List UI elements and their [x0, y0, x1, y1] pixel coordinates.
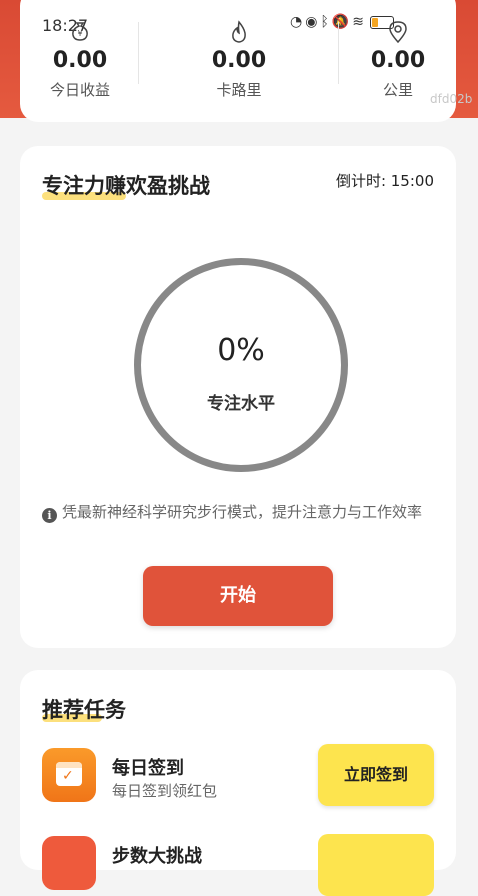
info-icon: i — [42, 508, 57, 523]
focus-challenge-card: 专注力赚欢盈挑战 倒计时: 15:00 0% 专注水平 i 凭最新神经科学研究步… — [20, 146, 456, 648]
checkin-button[interactable]: 立即签到 — [318, 744, 434, 806]
task-name: 每日签到 — [112, 758, 184, 779]
task-name: 步数大挑战 — [112, 846, 202, 867]
tasks-title: 推荐任务 — [42, 698, 126, 722]
stat-earnings-label: 今日收益 — [49, 81, 110, 99]
svg-text:¥: ¥ — [77, 29, 82, 38]
focus-progress-ring: 0% 专注水平 — [134, 258, 348, 472]
info-text: 凭最新神经科学研究步行模式，提升注意力与工作效率 — [62, 503, 423, 521]
location-pin-icon — [338, 20, 458, 44]
calendar-check-icon: ✓ — [42, 748, 96, 802]
eye-icon: ◉ — [305, 14, 319, 30]
money-bag-icon: ¥ — [20, 20, 140, 44]
stat-calories-value: 0.00 — [211, 48, 267, 73]
task-desc: 每日签到领红包 — [112, 782, 218, 800]
flame-icon — [179, 20, 299, 44]
stat-earnings-value: 0.00 — [52, 48, 108, 73]
focus-percent: 0% — [217, 333, 265, 368]
focus-level-label: 专注水平 — [207, 394, 275, 414]
stat-calories: 0.00 卡路里 — [179, 20, 299, 100]
stat-calories-label: 卡路里 — [216, 81, 262, 99]
stat-distance-value: 0.00 — [370, 48, 426, 73]
countdown-timer: 倒计时: 15:00 — [335, 172, 434, 190]
task-action-button[interactable] — [318, 834, 434, 896]
watermark: dfd02b — [430, 92, 473, 106]
start-button[interactable]: 开始 — [143, 566, 333, 626]
stat-distance: 0.00 公里 — [338, 20, 458, 100]
recommended-tasks-card: 推荐任务 ✓ 每日签到 每日签到领红包 立即签到 步数大挑战 — [20, 670, 456, 896]
focus-title: 专注力赚欢盈挑战 — [42, 174, 210, 198]
bluetooth-icon: ᛒ — [320, 14, 330, 30]
stat-earnings: ¥ 0.00 今日收益 — [20, 20, 140, 100]
steps-icon — [42, 836, 96, 890]
stats-divider — [138, 22, 139, 84]
